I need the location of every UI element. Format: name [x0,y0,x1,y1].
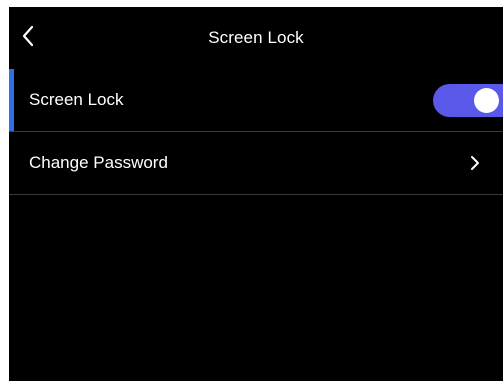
screen-lock-screen: Screen Lock Screen Lock Change Password [9,7,503,381]
divider [9,194,503,195]
page-title: Screen Lock [208,28,304,47]
chevron-right-icon [465,153,485,173]
setting-label: Screen Lock [29,90,124,109]
header-bar: Screen Lock [9,7,503,69]
setting-row-screen-lock[interactable]: Screen Lock [9,69,503,131]
setting-row-change-password[interactable]: Change Password [9,132,503,194]
setting-label: Change Password [29,153,168,172]
screen-lock-toggle[interactable] [433,84,503,117]
toggle-knob [474,88,499,113]
